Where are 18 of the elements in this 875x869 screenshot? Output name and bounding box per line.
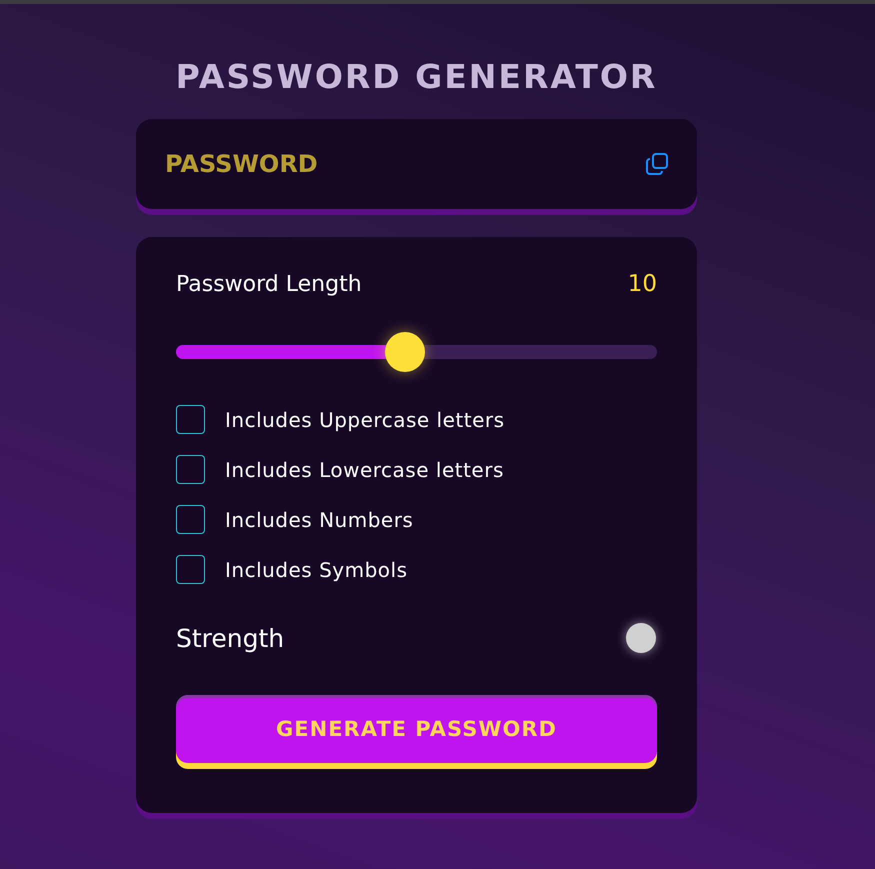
page-title: PASSWORD GENERATOR [176, 60, 658, 93]
option-label: Includes Symbols [225, 558, 408, 582]
slider-thumb[interactable] [384, 332, 425, 372]
strength-label: Strength [176, 624, 284, 652]
option-label: Includes Numbers [225, 508, 414, 532]
password-field[interactable]: PASSWORD [165, 150, 465, 178]
length-slider[interactable] [176, 332, 657, 372]
option-label: Includes Uppercase letters [225, 408, 505, 432]
generate-button[interactable]: GENERATE PASSWORD [176, 695, 657, 763]
checkbox[interactable] [176, 405, 205, 434]
checkbox[interactable] [176, 555, 205, 584]
length-label: Password Length [176, 272, 362, 296]
checkbox[interactable] [176, 505, 205, 534]
length-value: 10 [628, 271, 657, 297]
option-label: Includes Lowercase letters [225, 458, 504, 482]
copy-icon[interactable] [645, 152, 669, 176]
checkbox[interactable] [176, 455, 205, 484]
strength-indicator [626, 623, 656, 653]
